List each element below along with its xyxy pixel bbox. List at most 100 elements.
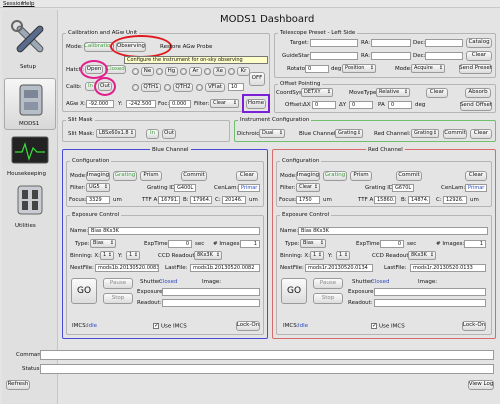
target-input[interactable]: [310, 39, 358, 47]
red-name-input[interactable]: Bias 8Kx3K: [298, 227, 488, 235]
hatch-open-button[interactable]: Open: [85, 65, 103, 74]
agw-filter-select[interactable]: Clear: [210, 99, 239, 108]
catalog-button[interactable]: Catalog: [466, 38, 492, 48]
red-pause-button[interactable]: Pause: [313, 278, 343, 289]
calib-out-button[interactable]: Out: [98, 82, 112, 91]
blue-exptime-input[interactable]: 0: [168, 240, 192, 248]
blue-focus-input[interactable]: 3329: [86, 196, 110, 204]
red-mode-prism-button[interactable]: Prism: [350, 171, 372, 181]
blue-channel-select[interactable]: Grating: [335, 129, 363, 138]
red-mode-imaging-button[interactable]: Imaging: [296, 171, 320, 181]
red-lockon-button[interactable]: Lock-On: [462, 321, 486, 331]
blue-mode-grating-button[interactable]: Grating: [113, 171, 137, 181]
calib-in-button[interactable]: In: [85, 82, 96, 91]
lamp-xe-button[interactable]: Xe: [213, 67, 226, 76]
rotator-mode-select[interactable]: Position: [342, 64, 376, 73]
blue-filter-select[interactable]: UG5: [86, 183, 110, 192]
instconfig-commit-button[interactable]: Commit: [443, 129, 467, 139]
lamp-vflat-button[interactable]: VFlat: [205, 83, 225, 92]
coordsys-select[interactable]: DETXY: [301, 88, 333, 97]
sidebar-item-utilities[interactable]: Utilities: [4, 185, 56, 233]
telescope-clear-button[interactable]: Clear: [466, 51, 492, 61]
blue-mode-imaging-button[interactable]: Imaging: [86, 171, 110, 181]
vflat-value-input[interactable]: 10: [228, 83, 244, 91]
red-filter-select[interactable]: Clear: [296, 183, 320, 192]
red-use-imcs-checkbox[interactable]: Use IMCS: [371, 322, 405, 331]
lamp-hg-button[interactable]: Hg: [165, 67, 178, 76]
telescope-mode-select[interactable]: Acquire: [411, 64, 445, 73]
menu-session[interactable]: Session: [3, 1, 24, 8]
blue-biny-select[interactable]: 1: [126, 251, 140, 260]
red-tta-input[interactable]: 15860.: [374, 196, 396, 204]
mode-calibration-button[interactable]: Calibration: [84, 42, 114, 52]
view-log-button[interactable]: View Log: [468, 380, 494, 390]
instconfig-clear-button[interactable]: Clear: [470, 129, 492, 139]
red-biny-select[interactable]: 1: [336, 251, 350, 260]
agw-y-input[interactable]: -242.500: [126, 100, 156, 108]
red-ccd-select[interactable]: 8Kx3K: [408, 251, 436, 260]
red-type-select[interactable]: Bias: [300, 239, 326, 248]
offset-clear-button[interactable]: Clear: [426, 88, 448, 98]
rotator-input[interactable]: 0: [305, 65, 329, 73]
blue-nimages-input[interactable]: 1: [240, 240, 260, 248]
red-go-button[interactable]: GO: [281, 278, 307, 304]
blue-type-select[interactable]: Bias: [90, 239, 116, 248]
red-ttc-input[interactable]: 12926.: [443, 196, 467, 204]
send-offset-button[interactable]: Send Offset: [460, 101, 492, 111]
red-ttb-input[interactable]: 14874.: [408, 196, 430, 204]
slitmask-out-button[interactable]: Out: [162, 129, 176, 139]
blue-clear-button[interactable]: Clear: [236, 171, 258, 181]
dichroic-select[interactable]: Dual: [259, 129, 285, 138]
blue-commit-button[interactable]: Commit: [181, 171, 207, 181]
send-preset-button[interactable]: Send Preset: [459, 64, 492, 74]
blue-lockon-button[interactable]: Lock-On: [236, 321, 260, 331]
blue-grating-input[interactable]: G400L: [174, 184, 196, 192]
slitmask-in-button[interactable]: In: [146, 129, 159, 139]
blue-cenlam-input[interactable]: Primar: [238, 184, 260, 192]
lamp-qth2-button[interactable]: QTH2: [173, 83, 193, 92]
red-focus-input[interactable]: 1750: [296, 196, 320, 204]
slitmask-select[interactable]: LBSx60x1.8: [96, 129, 136, 138]
red-exptime-input[interactable]: 0: [380, 240, 404, 248]
gs-ra-input[interactable]: [371, 52, 411, 60]
blue-stop-button[interactable]: Stop: [103, 293, 133, 304]
red-cenlam-input[interactable]: Primar: [465, 184, 487, 192]
red-commit-button[interactable]: Commit: [396, 171, 422, 181]
refresh-button[interactable]: Refresh: [6, 380, 30, 390]
blue-binx-select[interactable]: 1: [100, 251, 114, 260]
sidebar-item-housekeeping[interactable]: Housekeeping: [4, 135, 56, 180]
menu-help[interactable]: Help: [22, 1, 35, 8]
lamp-ar-button[interactable]: Ar: [189, 67, 202, 76]
mode-observing-button[interactable]: Observing: [116, 42, 146, 52]
lamp-qth1-button[interactable]: QTH1: [141, 83, 161, 92]
blue-ttb-input[interactable]: 17964.: [190, 196, 212, 204]
command-input[interactable]: [40, 350, 494, 360]
blue-name-input[interactable]: Bias 8Kx3K: [88, 227, 260, 235]
blue-mode-prism-button[interactable]: Prism: [140, 171, 162, 181]
dy-input[interactable]: 0: [349, 101, 373, 109]
sidebar-item-setup[interactable]: Setup: [4, 14, 56, 74]
hatch-closed-button[interactable]: Closed: [105, 65, 126, 74]
red-stop-button[interactable]: Stop: [313, 293, 343, 304]
ra-input[interactable]: [371, 39, 411, 47]
red-binx-select[interactable]: 1: [310, 251, 324, 260]
blue-tta-input[interactable]: 16791.: [158, 196, 180, 204]
blue-pause-button[interactable]: Pause: [103, 278, 133, 289]
red-channel-select[interactable]: Grating: [411, 129, 439, 138]
blue-ttc-input[interactable]: 20146.: [222, 196, 246, 204]
red-nimages-input[interactable]: 1: [464, 240, 486, 248]
red-grating-input[interactable]: G670L: [392, 184, 414, 192]
lamp-ne-button[interactable]: Ne: [141, 67, 154, 76]
red-mode-grating-button[interactable]: Grating: [323, 171, 347, 181]
blue-go-button[interactable]: GO: [71, 278, 97, 304]
agw-x-input[interactable]: -92.000: [86, 100, 114, 108]
gs-dec-input[interactable]: [425, 52, 463, 60]
guidestar-input[interactable]: [310, 52, 358, 60]
movetype-select[interactable]: Relative: [376, 88, 410, 97]
blue-use-imcs-checkbox[interactable]: Use IMCS: [153, 322, 187, 331]
dec-input[interactable]: [425, 39, 463, 47]
blue-ccd-select[interactable]: 8Kx3K: [194, 251, 222, 260]
dx-input[interactable]: 0: [312, 101, 336, 109]
agw-foc-input[interactable]: 0.000: [169, 100, 191, 108]
absorb-button[interactable]: Absorb: [465, 88, 491, 98]
